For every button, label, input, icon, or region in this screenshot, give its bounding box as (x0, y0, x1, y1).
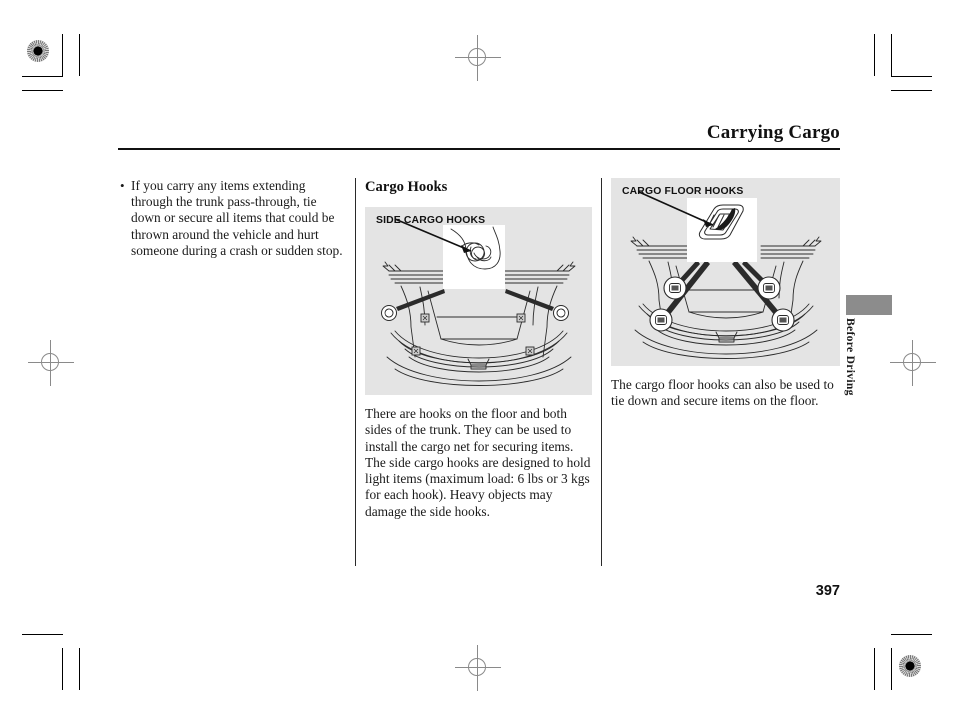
crop-mark-vertical (62, 34, 63, 76)
column-left: • If you carry any items extending throu… (120, 178, 348, 259)
manual-page: Carrying Cargo • If you carry any items … (0, 0, 954, 710)
trunk-interior-floor-hooks-drawing (630, 191, 822, 359)
callout-circle-right (553, 305, 569, 321)
bullet-text: If you carry any items extending through… (131, 178, 343, 258)
thumb-tab-label: Before Driving (844, 318, 857, 396)
registration-target-icon (27, 40, 49, 62)
crop-mark-horizontal (22, 76, 63, 77)
crop-mark-vertical (79, 648, 80, 690)
column-divider (601, 178, 602, 566)
section-heading-cargo-hooks: Cargo Hooks (365, 179, 448, 195)
crosshair-mark-right (890, 340, 936, 386)
floor-hook-callout-upper-right (757, 276, 781, 300)
crosshair-mark-top (455, 35, 501, 81)
crop-mark-horizontal (891, 634, 932, 635)
hook-marker-group (411, 313, 535, 356)
crop-mark-horizontal (891, 76, 932, 77)
crop-mark-vertical (891, 34, 892, 76)
warning-bullet-item: • If you carry any items extending throu… (120, 178, 348, 259)
crosshair-mark-left (28, 340, 74, 386)
page-number: 397 (815, 583, 840, 599)
figure-side-cargo-hooks: SIDE CARGO HOOKS (365, 207, 592, 395)
floor-hook-callout-upper-left (663, 276, 687, 300)
column-divider (355, 178, 356, 566)
floor-hook-callout-lower-right (771, 308, 795, 332)
crop-mark-horizontal (891, 90, 932, 91)
crop-mark-vertical (874, 648, 875, 690)
crosshair-mark-bottom (455, 645, 501, 691)
column-right: CARGO FLOOR HOOKS The cargo floor hooks … (611, 178, 841, 410)
thumb-tab-marker (846, 295, 892, 315)
figure-caption-side-cargo-hooks: SIDE CARGO HOOKS (376, 215, 486, 226)
registration-target-icon (899, 655, 921, 677)
crop-mark-vertical (874, 34, 875, 76)
crop-mark-vertical (891, 648, 892, 690)
inset-detail-box (638, 191, 757, 262)
figure-caption-cargo-floor-hooks: CARGO FLOOR HOOKS (622, 186, 744, 197)
column-middle: Cargo Hooks SIDE CARGO HOOKS There are h… (365, 178, 593, 520)
bullet-marker: • (120, 178, 125, 193)
floor-hook-callout-lower-left (649, 308, 673, 332)
inset-detail-box (394, 218, 505, 289)
crop-mark-vertical (62, 648, 63, 690)
header-rule (118, 148, 840, 150)
crop-mark-horizontal (22, 634, 63, 635)
figure-cargo-floor-hooks: CARGO FLOOR HOOKS (611, 178, 840, 366)
crop-mark-horizontal (22, 90, 63, 91)
page-title: Carrying Cargo (706, 122, 840, 143)
trunk-interior-side-hooks-drawing (381, 218, 576, 386)
callout-circle-left (381, 305, 397, 321)
crop-mark-vertical (79, 34, 80, 76)
body-text-cargo-floor-hooks: The cargo floor hooks can also be used t… (611, 377, 834, 409)
body-text-side-cargo-hooks: There are hooks on the floor and both si… (365, 406, 591, 519)
